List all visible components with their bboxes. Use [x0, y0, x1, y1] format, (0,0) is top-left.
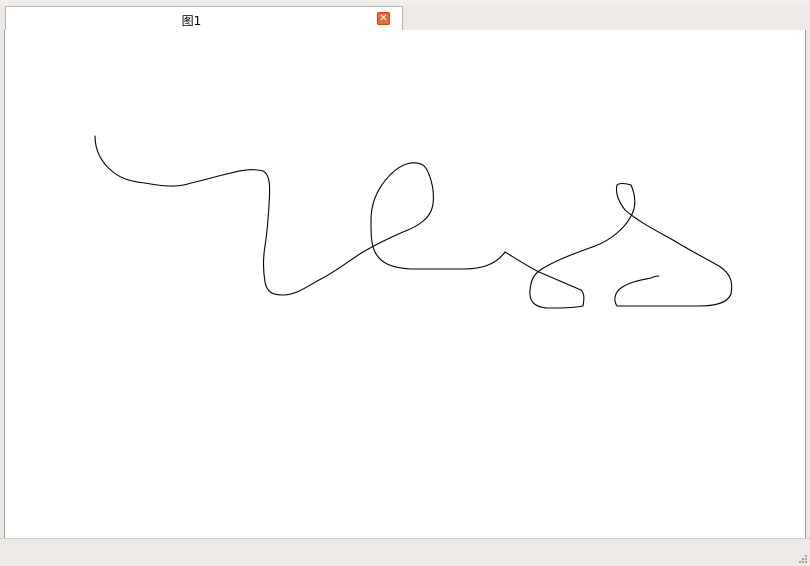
- tab-figure-1[interactable]: 图1 ✕: [5, 6, 403, 30]
- window-edge-right: [806, 30, 810, 538]
- tab-bar: 图1 ✕: [0, 5, 810, 31]
- drawing-surface[interactable]: [5, 30, 805, 538]
- application-window: 图1 ✕: [0, 0, 810, 566]
- freehand-stroke: [94, 135, 733, 309]
- resize-grip[interactable]: [796, 552, 808, 564]
- tab-title: 图1: [181, 14, 202, 28]
- drawing-canvas[interactable]: [4, 30, 806, 538]
- status-bar: [0, 538, 810, 566]
- close-icon[interactable]: ✕: [377, 12, 390, 25]
